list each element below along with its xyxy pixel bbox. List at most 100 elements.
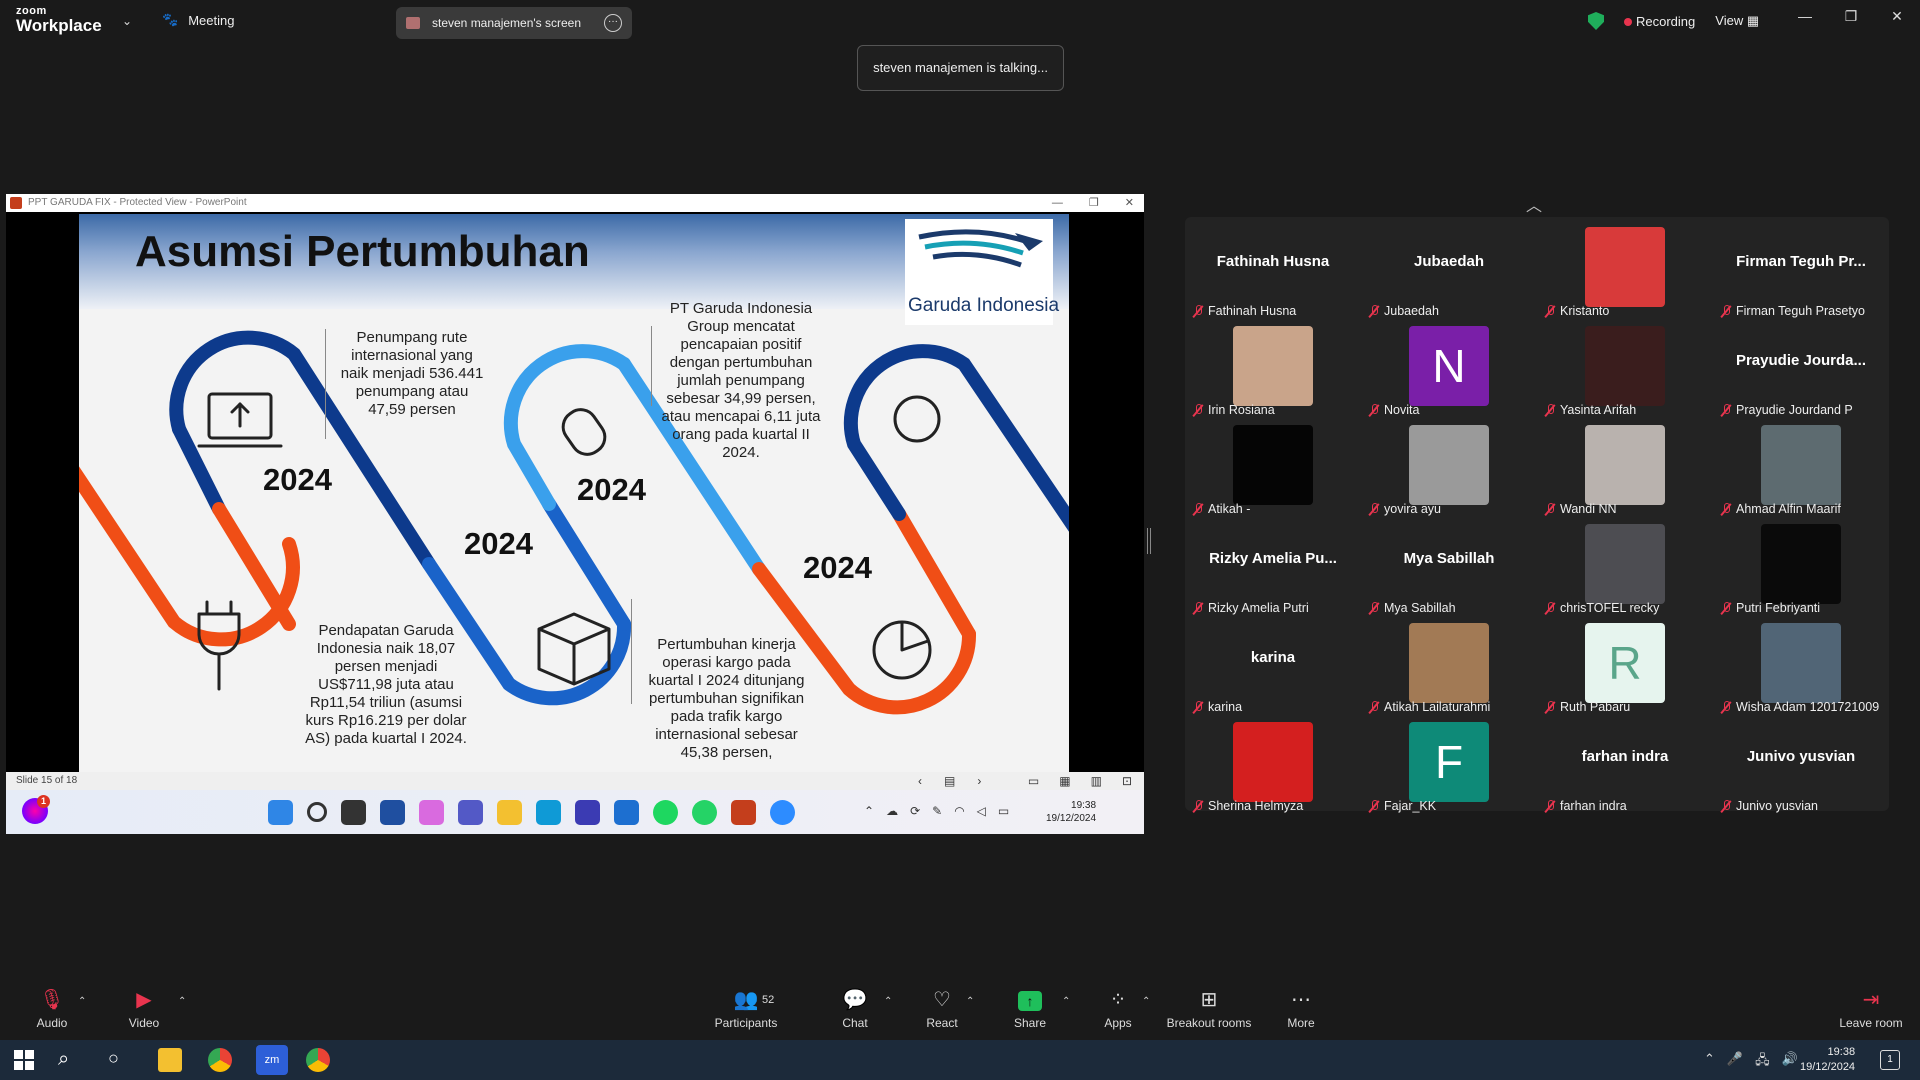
participant-tile[interactable]: Ahmad Alfin Maarif [1713,415,1889,516]
participant-tile[interactable]: yovira ayu [1361,415,1537,516]
apps-icon: ⁘ [1109,989,1127,1011]
notification-center-icon[interactable]: 1 [1880,1050,1900,1070]
volume-icon[interactable]: 🔊 [1782,1051,1798,1073]
participant-video [1409,623,1489,703]
participant-tile[interactable]: Atikah - [1185,415,1361,516]
participant-video [1585,227,1665,307]
participant-video [1761,524,1841,604]
chrome-profile-icon[interactable] [306,1048,330,1072]
network-icon[interactable]: 🖧 [1755,1051,1770,1073]
participant-tile[interactable]: Atikah Lailaturahmi [1361,613,1537,714]
apps-label: Apps [1104,1016,1132,1030]
participant-video [1233,326,1313,406]
participant-tile[interactable]: farhan indra farhan indra [1537,712,1713,813]
zoom-logo[interactable]: zoom Workplace [16,6,102,35]
participant-display-name: Jubaedah [1413,253,1485,270]
search-icon[interactable]: ⌕ [58,1048,82,1072]
sharer-avatar-icon [406,17,420,29]
mic-muted-icon [1369,799,1379,813]
participant-tile[interactable]: Kristanto [1537,217,1713,318]
view-button[interactable]: View ▦ [1715,13,1759,29]
participant-tile[interactable]: Junivo yusvian Junivo yusvian [1713,712,1889,813]
encryption-shield-icon[interactable] [1588,12,1604,30]
share-button[interactable]: ↑ Share [1012,988,1048,1030]
video-options-caret[interactable]: ⌃ [178,996,186,1007]
year-label: 2024 [577,472,646,507]
system-tray: ⌃ 🎤 🖧 🔊 [1704,1051,1798,1073]
panel-resize-handle[interactable] [1147,528,1151,554]
participant-tile[interactable]: Firman Teguh Pr... Firman Teguh Prasetyo [1713,217,1889,318]
participant-tile[interactable]: Mya Sabillah Mya Sabillah [1361,514,1537,615]
leave-label: Leave room [1839,1016,1903,1030]
chevron-up-icon[interactable]: ⌃ [1704,1051,1715,1073]
chat-button[interactable]: 💬 Chat [840,988,870,1030]
more-label: More [1287,1016,1315,1030]
participant-tile[interactable]: Jubaedah Jubaedah [1361,217,1537,318]
cortana-icon[interactable]: ○ [108,1048,132,1072]
participant-tile[interactable]: Prayudie Jourda... Prayudie Jourdand P [1713,316,1889,417]
meeting-button[interactable]: 🐾 Meeting [162,12,234,28]
close-icon[interactable]: ✕ [1874,8,1920,25]
participant-tile[interactable]: chrisTOFEL recky [1537,514,1713,615]
leave-room-button[interactable]: ⇥ Leave room [1838,988,1904,1030]
participant-avatar: N [1409,326,1489,406]
video-button[interactable]: ▶ Video [126,988,162,1030]
reading-view-icon: ▥ [1090,774,1102,788]
participants-button[interactable]: 👥 Participants 52 [712,988,780,1030]
audio-options-caret[interactable]: ⌃ [78,996,86,1007]
participant-tile[interactable]: Rizky Amelia Pu... Rizky Amelia Putri [1185,514,1361,615]
participant-tile[interactable]: N Novita [1361,316,1537,417]
participant-tile[interactable]: Putri Febriyanti [1713,514,1889,615]
shared-screen[interactable]: PPT GARUDA FIX - Protected View - PowerP… [6,194,1144,834]
chevron-down-icon[interactable]: ⌄ [122,14,132,28]
mic-muted-icon [1721,799,1731,813]
participant-tile[interactable]: R Ruth Pabaru [1537,613,1713,714]
participant-tile[interactable]: Irin Rosiana [1185,316,1361,417]
audio-button[interactable]: 🎙 Audio [34,988,70,1030]
shared-clock: 19:38 19/12/2024 [1046,799,1096,825]
slide-heading: Asumsi Pertumbuhan [135,227,590,276]
apps-button[interactable]: ⁘ Apps [1102,988,1134,1030]
outlook-icon [614,800,639,825]
share-options-caret[interactable]: ⌃ [1062,996,1070,1007]
file-explorer-icon[interactable] [158,1048,182,1072]
react-button[interactable]: ♡ React [924,988,960,1030]
normal-view-icon: ▭ [1027,774,1040,788]
apps-options-caret[interactable]: ⌃ [1142,996,1150,1007]
participant-tile[interactable]: F Fajar_KK [1361,712,1537,813]
zoom-app-icon[interactable]: zm [256,1045,288,1075]
chat-options-caret[interactable]: ⌃ [884,996,892,1007]
screen-share-pill[interactable]: steven manajemen's screen ··· [396,7,632,39]
clock-time: 19:38 [1827,1046,1856,1058]
react-options-caret[interactable]: ⌃ [966,996,974,1007]
share-icon: ↑ [1012,988,1048,1012]
participant-name: farhan indra [1560,799,1627,813]
participant-name-label: Fajar_KK [1369,799,1436,813]
participant-tile[interactable]: Fathinah Husna Fathinah Husna [1185,217,1361,318]
microphone-icon[interactable]: 🎤 [1727,1051,1743,1073]
mic-muted-icon: 🎙 [39,989,65,1011]
participant-tile[interactable]: karina karina [1185,613,1361,714]
chevron-up-icon[interactable]: ︿ [1526,192,1542,216]
breakout-rooms-button[interactable]: ⊞ Breakout rooms [1166,988,1252,1030]
participant-tile[interactable]: Wisha Adam 1201721009 [1713,613,1889,714]
recording-label: Recording [1636,13,1696,29]
shared-clock-time: 19:38 [1071,800,1097,811]
participant-tile[interactable]: Sherina Helmyza [1185,712,1361,813]
participant-tile[interactable]: Wandi NN [1537,415,1713,516]
cloud-icon: ☁ [886,804,899,818]
restore-icon[interactable]: ❐ [1828,8,1874,25]
whatsapp-icon [692,800,717,825]
more-options-icon[interactable]: ··· [604,14,622,32]
chrome-icon[interactable] [208,1048,232,1072]
minimize-icon[interactable]: — [1782,8,1828,25]
participant-tile[interactable]: Yasinta Arifah [1537,316,1713,417]
windows-start-icon [268,800,293,825]
avatar-initial: N [1432,340,1466,392]
more-button[interactable]: ⋯ More [1286,988,1316,1030]
meeting-label: Meeting [188,12,235,28]
taskbar-clock[interactable]: 19:38 19/12/2024 [1800,1045,1855,1075]
recording-indicator[interactable]: Recording [1624,14,1695,29]
top-right-status: Recording View ▦ [1588,12,1759,30]
windows-start-icon[interactable] [12,1048,36,1072]
